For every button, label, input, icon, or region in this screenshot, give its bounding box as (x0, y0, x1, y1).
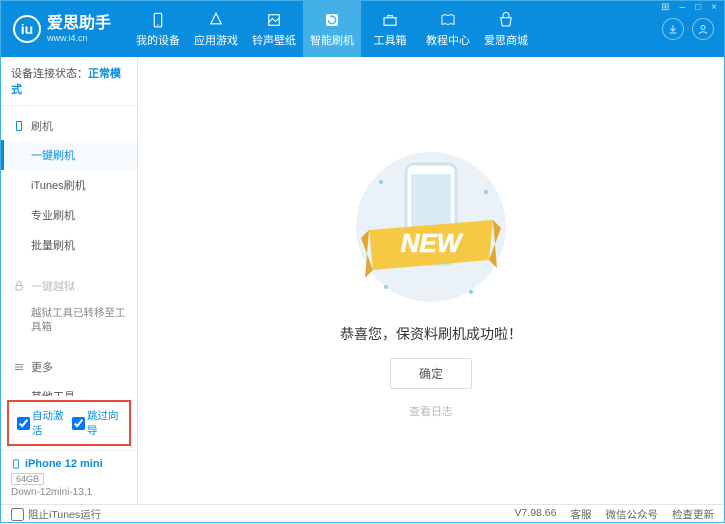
device-firmware: Down-12mini-13,1 (11, 487, 127, 498)
sidebar-item-pro-flash[interactable]: 专业刷机 (1, 200, 137, 230)
device-info[interactable]: iPhone 12 mini 64GB Down-12mini-13,1 (1, 450, 137, 504)
device-storage: 64GB (11, 473, 44, 485)
success-message: 恭喜您，保资料刷机成功啦！ (340, 324, 522, 344)
apps-icon (207, 11, 225, 29)
svg-text:NEW: NEW (401, 228, 464, 258)
book-icon (439, 11, 457, 29)
sidebar-head-jailbreak: 一键越狱 (1, 272, 137, 300)
support-link[interactable]: 客服 (571, 507, 592, 522)
sidebar-item-other-tools[interactable]: 其他工具 (1, 381, 137, 396)
device-icon (11, 457, 21, 471)
sidebar-head-flash[interactable]: 刷机 (1, 112, 137, 140)
phone-small-icon (13, 120, 25, 132)
user-icon (697, 23, 709, 35)
top-nav: 我的设备 应用游戏 铃声壁纸 智能刷机 工具箱 教程中心 爱思商城 (129, 1, 662, 57)
account-button[interactable] (692, 18, 714, 40)
footer: 阻止iTunes运行 V7.98.66 客服 微信公众号 检查更新 (1, 504, 724, 524)
app-url: www.i4.cn (47, 33, 111, 43)
refresh-icon (323, 11, 341, 29)
header: iu 爱思助手 www.i4.cn 我的设备 应用游戏 铃声壁纸 智能刷机 工具… (1, 1, 724, 57)
skip-guide-checkbox[interactable]: 跳过向导 (72, 408, 121, 438)
view-log-link[interactable]: 查看日志 (409, 403, 453, 419)
check-update-link[interactable]: 检查更新 (672, 507, 714, 522)
auto-activate-checkbox[interactable]: 自动激活 (17, 408, 66, 438)
logo[interactable]: iu 爱思助手 www.i4.cn (13, 15, 111, 43)
store-icon (497, 11, 515, 29)
grid-icon[interactable]: ⊞ (659, 2, 671, 13)
logo-icon: iu (13, 15, 41, 43)
nav-my-device[interactable]: 我的设备 (129, 1, 187, 57)
phone-icon (149, 11, 167, 29)
nav-flash[interactable]: 智能刷机 (303, 1, 361, 57)
sidebar-item-oneclick-flash[interactable]: 一键刷机 (1, 140, 137, 170)
sidebar-jailbreak-note: 越狱工具已转移至工具箱 (1, 300, 137, 341)
nav-toolbox[interactable]: 工具箱 (361, 1, 419, 57)
download-icon (667, 23, 679, 35)
sidebar-item-batch-flash[interactable]: 批量刷机 (1, 230, 137, 260)
nav-ringtones[interactable]: 铃声壁纸 (245, 1, 303, 57)
wechat-link[interactable]: 微信公众号 (606, 507, 659, 522)
main-content: NEW 恭喜您，保资料刷机成功啦！ 确定 查看日志 (138, 57, 724, 504)
block-itunes-checkbox[interactable]: 阻止iTunes运行 (11, 507, 101, 522)
minimize-button[interactable]: – (678, 2, 688, 13)
sidebar: 设备连接状态：正常模式 刷机 一键刷机 iTunes刷机 专业刷机 批量刷机 一… (1, 57, 138, 504)
version-label: V7.98.66 (514, 507, 556, 522)
menu-icon (13, 361, 25, 373)
nav-apps[interactable]: 应用游戏 (187, 1, 245, 57)
close-button[interactable]: × (709, 2, 719, 13)
toolbox-icon (381, 11, 399, 29)
download-button[interactable] (662, 18, 684, 40)
lock-icon (13, 280, 25, 292)
nav-tutorials[interactable]: 教程中心 (419, 1, 477, 57)
sidebar-item-itunes-flash[interactable]: iTunes刷机 (1, 170, 137, 200)
success-illustration: NEW (351, 142, 511, 312)
app-name: 爱思助手 (47, 15, 111, 33)
nav-store[interactable]: 爱思商城 (477, 1, 535, 57)
options-highlight: 自动激活 跳过向导 (7, 400, 131, 446)
maximize-button[interactable]: □ (693, 2, 703, 13)
ok-button[interactable]: 确定 (390, 358, 472, 389)
wallpaper-icon (265, 11, 283, 29)
sidebar-head-more[interactable]: 更多 (1, 353, 137, 381)
connection-status: 设备连接状态：正常模式 (1, 57, 137, 106)
